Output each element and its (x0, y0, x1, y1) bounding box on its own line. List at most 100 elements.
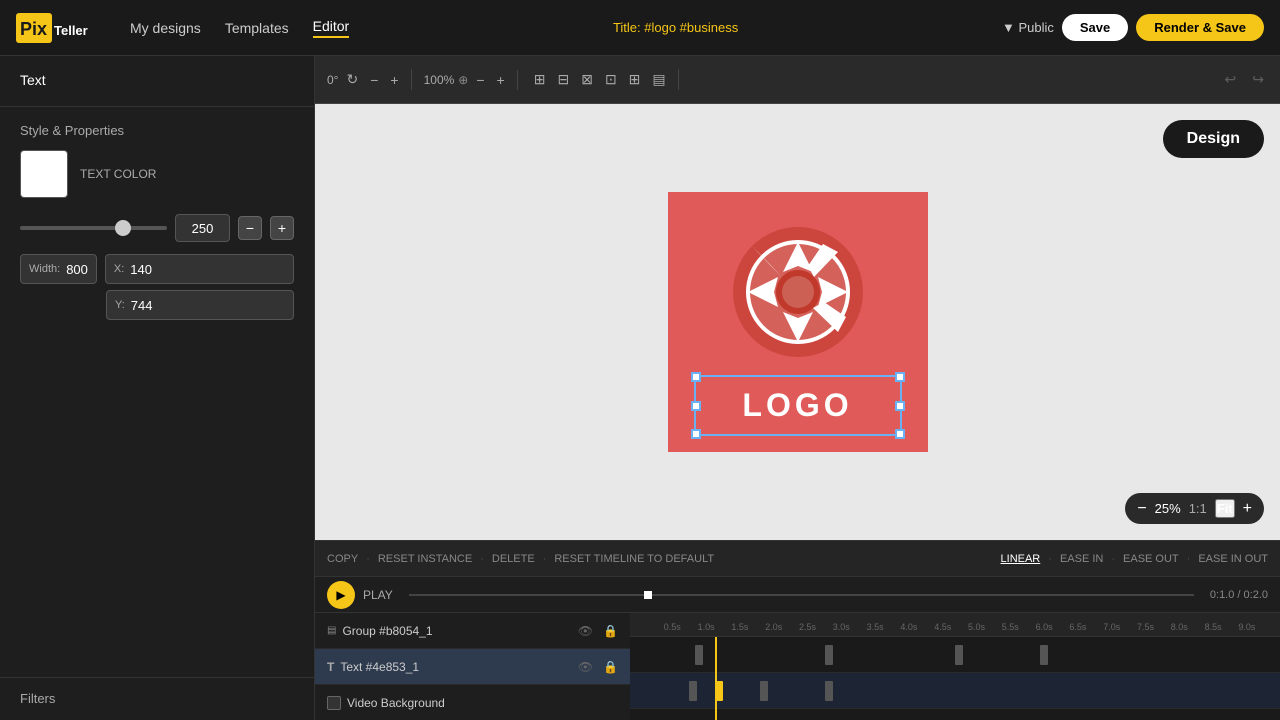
reset-rotation-btn[interactable]: ↻ (342, 69, 362, 90)
group-lock-icon[interactable]: 🔒 (603, 624, 618, 638)
font-size-slider-thumb[interactable] (115, 220, 131, 236)
ruler-mark-17: 9.0s (1238, 622, 1255, 632)
text-visibility-icon[interactable]: 👁 (578, 660, 593, 674)
y-value: 744 (131, 298, 153, 313)
redo-btn[interactable]: ↪ (1248, 69, 1268, 90)
public-button[interactable]: ▼ Public (1002, 20, 1054, 35)
selection-handle-tr[interactable] (895, 372, 905, 382)
zoom-controls: − 25% 1:1 Fit + (1125, 493, 1264, 524)
text-color-row: TEXT COLOR (20, 150, 294, 198)
rotation-group: 0° ↻ − + (327, 69, 412, 90)
nav-templates[interactable]: Templates (225, 20, 289, 36)
zoom-out-btn[interactable]: − (472, 70, 488, 90)
align-right-btn[interactable]: ⊡ (601, 69, 621, 90)
text-keyframe-4[interactable] (825, 681, 833, 701)
group-track-timeline[interactable] (630, 637, 1280, 673)
timeline-ruler-line[interactable] (409, 594, 1194, 596)
font-size-slider-track[interactable] (20, 226, 167, 230)
zoom-percent: 25% (1155, 501, 1181, 516)
ruler-mark-7: 4.0s (900, 622, 917, 632)
zoom-fit-btn[interactable]: Fit (1215, 499, 1235, 518)
timeline-ruler: 0.5s1.0s1.5s2.0s2.5s3.0s3.5s4.0s4.5s5.0s… (630, 613, 1280, 637)
track-label-video[interactable]: Video Background (315, 685, 630, 720)
align-top-btn[interactable]: ⊞ (625, 69, 645, 90)
save-button[interactable]: Save (1062, 14, 1128, 41)
zoom-icon: ⊕ (458, 73, 468, 87)
group-collapse-icon: ▤ (327, 625, 336, 636)
track-areas (630, 637, 1280, 720)
text-keyframe-2[interactable] (715, 681, 723, 701)
video-track-timeline[interactable] (630, 709, 1280, 720)
linear-easing[interactable]: LINEAR (1001, 553, 1041, 565)
video-checkbox[interactable] (327, 696, 341, 710)
timeline-actions: COPY · RESET INSTANCE · DELETE · RESET T… (315, 541, 1280, 577)
selection-handle-ml[interactable] (691, 401, 701, 411)
text-keyframe-3[interactable] (760, 681, 768, 701)
copy-action[interactable]: COPY (327, 553, 358, 565)
tracks-container: ▤ Group #b8054_1 👁 🔒 T Text #4e853_1 👁 � (315, 613, 1280, 720)
nav-my-designs[interactable]: My designs (130, 20, 201, 36)
reset-instance-action[interactable]: RESET INSTANCE (378, 553, 472, 565)
text-keyframe-1[interactable] (689, 681, 697, 701)
history-group: ↩ ↪ (1221, 69, 1268, 90)
group-visibility-icon[interactable]: 👁 (578, 624, 593, 638)
selection-handle-tl[interactable] (691, 372, 701, 382)
ruler-mark-13: 7.0s (1103, 622, 1120, 632)
play-button[interactable]: ▶ (327, 581, 355, 609)
align-left-btn[interactable]: ⊞ (530, 69, 550, 90)
track-label-text[interactable]: T Text #4e853_1 👁 🔒 (315, 649, 630, 684)
ease-out-easing[interactable]: EASE OUT (1123, 553, 1179, 565)
design-canvas[interactable]: LOGO (668, 192, 928, 452)
ease-in-easing[interactable]: EASE IN (1060, 553, 1103, 565)
reset-timeline-action[interactable]: RESET TIMELINE TO DEFAULT (554, 553, 714, 565)
y-field: Y: 744 (106, 290, 294, 320)
group-keyframe-4[interactable] (1040, 645, 1048, 665)
font-size-input[interactable]: 250 (175, 214, 230, 242)
logo-text-container[interactable]: LOGO (694, 375, 902, 436)
align-center-h-btn[interactable]: ⊟ (553, 69, 573, 90)
group-keyframe-3[interactable] (955, 645, 963, 665)
undo-btn[interactable]: ↩ (1221, 69, 1241, 90)
main-layout: Text Style & Properties TEXT COLOR 250 −… (0, 56, 1280, 720)
selection-handle-br[interactable] (895, 429, 905, 439)
ruler-mark-14: 7.5s (1137, 622, 1154, 632)
design-btn[interactable]: Design (1163, 120, 1264, 158)
text-section-title: Text (20, 72, 46, 88)
ease-in-out-easing[interactable]: EASE IN OUT (1198, 553, 1268, 565)
width-x-row: Width: 800 X: 140 (20, 254, 294, 284)
align-center-v-btn[interactable]: ⊠ (577, 69, 597, 90)
text-track-timeline[interactable] (630, 673, 1280, 709)
text-lock-icon[interactable]: 🔒 (603, 660, 618, 674)
text-color-swatch[interactable] (20, 150, 68, 198)
timeline-controls: ▶ PLAY 0:1.0 / 0:2.0 (315, 577, 1280, 613)
render-save-button[interactable]: Render & Save (1136, 14, 1264, 41)
font-size-increment[interactable]: + (270, 216, 294, 240)
rotate-minus-btn[interactable]: − (366, 70, 382, 90)
zoom-plus-btn[interactable]: + (1243, 500, 1252, 518)
timeline-cursor[interactable] (644, 591, 652, 599)
selection-handle-bl[interactable] (691, 429, 701, 439)
logo[interactable]: Pix Teller (16, 9, 106, 47)
canvas-content: LOGO (315, 104, 1280, 540)
selection-handle-mr[interactable] (895, 401, 905, 411)
ruler-mark-11: 6.0s (1036, 622, 1053, 632)
nav-editor[interactable]: Editor (313, 18, 350, 38)
ruler-mark-8: 4.5s (934, 622, 951, 632)
video-track-name: Video Background (347, 696, 445, 710)
timeline: COPY · RESET INSTANCE · DELETE · RESET T… (315, 540, 1280, 720)
topnav: Pix Teller My designs Templates Editor T… (0, 0, 1280, 56)
align-bottom-btn[interactable]: ▤ (648, 69, 669, 90)
y-label: Y: (115, 299, 125, 311)
track-label-group[interactable]: ▤ Group #b8054_1 👁 🔒 (315, 613, 630, 648)
delete-action[interactable]: DELETE (492, 553, 535, 565)
x-field: X: 140 (105, 254, 294, 284)
zoom-minus-btn[interactable]: − (1137, 500, 1146, 518)
nav-title: Title: #logo #business (373, 20, 978, 35)
group-keyframe-2[interactable] (825, 645, 833, 665)
left-panel: Text Style & Properties TEXT COLOR 250 −… (0, 56, 315, 720)
rotate-plus-btn[interactable]: + (386, 70, 402, 90)
group-keyframe-1[interactable] (695, 645, 703, 665)
zoom-in-btn[interactable]: + (493, 70, 509, 90)
nav-right: ▼ Public Save Render & Save (1002, 14, 1264, 41)
font-size-decrement[interactable]: − (238, 216, 262, 240)
